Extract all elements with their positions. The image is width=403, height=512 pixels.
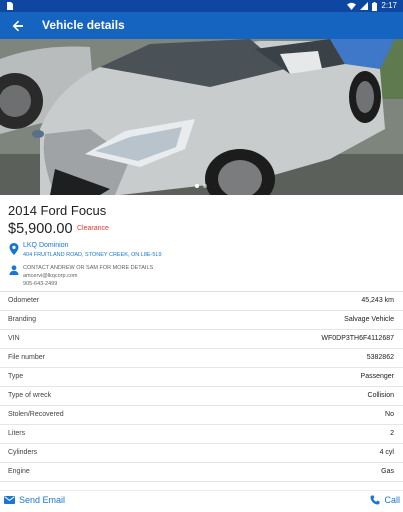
- status-time: 2:17: [381, 1, 397, 10]
- sim-card-icon: [7, 2, 13, 10]
- spec-row: Type of wreck Collision: [0, 387, 403, 406]
- vehicle-title: 2014 Ford Focus: [8, 203, 107, 218]
- phone-icon: [370, 495, 380, 505]
- spec-label: File number: [8, 354, 45, 361]
- spec-value: 4 cyl: [379, 449, 394, 456]
- spec-row: Type Passenger: [0, 368, 403, 387]
- carousel-dot[interactable]: [203, 184, 207, 188]
- carousel-dot[interactable]: [195, 184, 199, 188]
- location-name-link[interactable]: LKQ Dominion: [23, 242, 69, 249]
- spec-value: Passenger: [360, 373, 394, 380]
- clearance-badge: Clearance: [77, 225, 109, 232]
- location-pin-icon: [9, 243, 19, 255]
- send-email-label: Send Email: [19, 495, 66, 505]
- spec-label: Type: [8, 373, 24, 380]
- spec-label: Liters: [8, 430, 26, 437]
- spec-value: Gas: [381, 468, 394, 475]
- carousel-indicator: [195, 184, 207, 188]
- spec-value: WF0DP3TH6F4112687: [321, 335, 394, 342]
- email-icon: [4, 496, 15, 504]
- spec-row: VIN WF0DP3TH6F4112687: [0, 330, 403, 349]
- person-icon: [9, 265, 19, 275]
- spec-label: Engine: [8, 468, 30, 475]
- spec-row: Stolen/Recovered No: [0, 406, 403, 425]
- wifi-icon: [347, 2, 357, 10]
- specs-list: Odometer 45,243 km Branding Salvage Vehi…: [0, 292, 403, 482]
- spec-row: File number 5382862: [0, 349, 403, 368]
- vehicle-price: $5,900.00: [8, 221, 73, 237]
- contact-note: CONTACT ANDREW OR SAM FOR MORE DETAILS: [23, 265, 154, 271]
- status-bar: 2:17: [0, 0, 403, 12]
- spec-row: Engine Gas: [0, 463, 403, 482]
- spec-value: Salvage Vehicle: [344, 316, 394, 323]
- spec-label: Cylinders: [8, 449, 38, 456]
- location-address-link[interactable]: 404 FRUITLAND ROAD, STONEY CREEK, ON L8E…: [23, 252, 162, 258]
- send-email-button[interactable]: Send Email: [4, 495, 65, 505]
- contact-phone[interactable]: 905-643-2499: [23, 281, 57, 287]
- car-image: [0, 39, 403, 195]
- contact-email[interactable]: amcervi@lkqcorp.com: [23, 273, 77, 279]
- spec-value: No: [385, 411, 394, 418]
- action-bar: Send Email Call: [0, 490, 403, 512]
- battery-icon: [372, 1, 378, 11]
- spec-row: Odometer 45,243 km: [0, 292, 403, 311]
- spec-row: Branding Salvage Vehicle: [0, 311, 403, 330]
- spec-value: 45,243 km: [361, 297, 394, 304]
- spec-row: Liters 2: [0, 425, 403, 444]
- signal-icon: [360, 2, 369, 10]
- call-label: Call: [384, 495, 400, 505]
- spec-value: Collision: [367, 392, 394, 399]
- spec-label: VIN: [8, 335, 20, 342]
- back-arrow-icon[interactable]: [10, 18, 26, 34]
- spec-row: Cylinders 4 cyl: [0, 444, 403, 463]
- page-title: Vehicle details: [42, 18, 125, 32]
- spec-label: Stolen/Recovered: [8, 411, 64, 418]
- spec-label: Type of wreck: [8, 392, 52, 399]
- vehicle-photo[interactable]: [0, 39, 403, 195]
- app-bar: Vehicle details: [0, 12, 403, 39]
- call-button[interactable]: Call: [370, 495, 400, 505]
- spec-label: Odometer: [8, 297, 40, 304]
- spec-label: Branding: [8, 316, 37, 323]
- spec-value: 2: [390, 430, 394, 437]
- spec-value: 5382862: [366, 354, 394, 361]
